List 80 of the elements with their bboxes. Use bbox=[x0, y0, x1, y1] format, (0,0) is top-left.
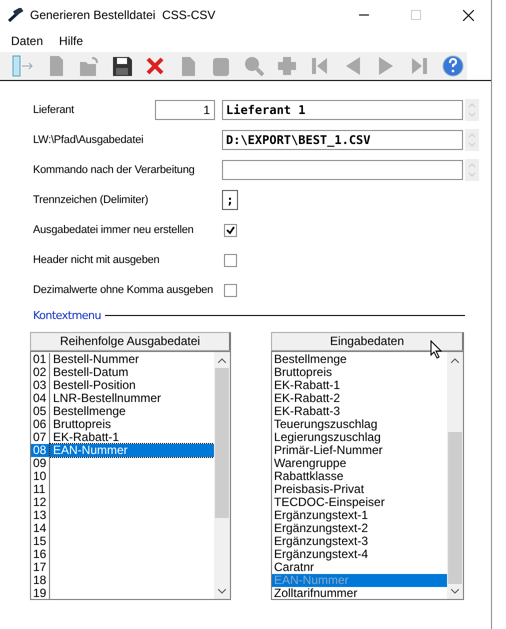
field-label: Trennzeichen (Delimiter) bbox=[33, 194, 150, 206]
row-number: 09 bbox=[31, 457, 50, 470]
exit-door-icon[interactable] bbox=[10, 54, 35, 78]
list-item[interactable]: Legierungszuschlag bbox=[272, 431, 447, 444]
row-number: 16 bbox=[31, 548, 50, 561]
column-header[interactable]: Reihenfolge Ausgabedatei bbox=[30, 332, 231, 351]
row-number: 04 bbox=[31, 392, 50, 405]
list-item[interactable]: Bestell-Nummer bbox=[50, 353, 214, 366]
section-title: Kontextmenu bbox=[33, 309, 102, 322]
row-number: 06 bbox=[31, 418, 50, 431]
list-item[interactable]: EK-Rabatt-1 bbox=[50, 431, 214, 444]
row-number: 15 bbox=[31, 535, 50, 548]
checkbox[interactable] bbox=[224, 284, 237, 296]
text-field[interactable]: Lieferant 1 bbox=[222, 100, 463, 120]
list-item[interactable]: Primär-Lief-Nummer bbox=[272, 444, 447, 457]
list-item[interactable]: Teuerungszuschlag bbox=[272, 418, 447, 431]
checkbox[interactable] bbox=[224, 254, 237, 266]
window-title: Generieren Bestelldatei CSS-CSV bbox=[30, 8, 216, 22]
scrollbar-thumb[interactable] bbox=[448, 432, 462, 584]
list-item[interactable]: Ergänzungstext-3 bbox=[272, 535, 447, 548]
text-field[interactable]: D:\EXPORT\BEST_1.CSV bbox=[222, 130, 463, 150]
list-item[interactable]: Bestellmenge bbox=[272, 353, 447, 366]
scroll-up-icon[interactable] bbox=[451, 358, 459, 362]
row-number: 10 bbox=[31, 470, 50, 483]
row-number: 13 bbox=[31, 509, 50, 522]
list-item[interactable]: EK-Rabatt-1 bbox=[272, 379, 447, 392]
mouse-cursor-icon bbox=[430, 340, 442, 359]
list-item[interactable]: Bruttopreis bbox=[272, 366, 447, 379]
list-item[interactable]: Bestell-Position bbox=[50, 379, 214, 392]
list-item[interactable]: Bruttopreis bbox=[50, 418, 214, 431]
field-label: Header nicht mit ausgeben bbox=[33, 254, 160, 266]
field-label: Kommando nach der Verarbeitung bbox=[33, 164, 196, 176]
field-label: Lieferant bbox=[33, 104, 76, 116]
column-header[interactable]: Eingabedaten bbox=[271, 332, 464, 351]
number-field[interactable]: 1 bbox=[155, 100, 215, 120]
row-number: 11 bbox=[31, 483, 50, 496]
row-number: 18 bbox=[31, 574, 50, 587]
row-number: 05 bbox=[31, 405, 50, 418]
list-item[interactable]: EK-Rabatt-3 bbox=[272, 405, 447, 418]
list-item[interactable]: TECDOC-Einspeiser bbox=[272, 496, 447, 509]
list-item[interactable]: Warengruppe bbox=[272, 457, 447, 470]
list-item[interactable]: EK-Rabatt-2 bbox=[272, 392, 447, 405]
text-field[interactable] bbox=[222, 160, 463, 180]
app-icon bbox=[8, 8, 24, 22]
field-label: LW:\Pfad\Ausgabedatei bbox=[33, 134, 144, 146]
delimiter-field[interactable]: ; bbox=[222, 190, 238, 210]
scrollbar-thumb[interactable] bbox=[215, 368, 229, 518]
list-item[interactable]: Zolltarifnummer bbox=[272, 587, 447, 600]
row-number: 17 bbox=[31, 561, 50, 574]
help-icon[interactable] bbox=[440, 54, 465, 78]
list-item[interactable]: Rabattklasse bbox=[272, 470, 447, 483]
list-item[interactable]: Ergänzungstext-4 bbox=[272, 548, 447, 561]
list-item[interactable]: Bestellmenge bbox=[50, 405, 214, 418]
list-item[interactable]: Caratnr bbox=[272, 561, 447, 574]
row-number: 01 bbox=[31, 353, 50, 366]
close-icon[interactable] bbox=[462, 10, 474, 20]
list-item[interactable]: EAN-Nummer bbox=[50, 444, 214, 457]
row-number: 14 bbox=[31, 522, 50, 535]
spin-arrows-icon[interactable] bbox=[465, 129, 479, 151]
menu-item[interactable]: Daten bbox=[11, 34, 44, 48]
spin-arrows-icon[interactable] bbox=[465, 99, 479, 121]
spin-arrows-icon[interactable] bbox=[465, 159, 479, 181]
scroll-down-icon[interactable] bbox=[451, 588, 459, 594]
scroll-down-icon[interactable] bbox=[218, 588, 226, 594]
list-item[interactable]: Ergänzungstext-1 bbox=[272, 509, 447, 522]
row-number: 02 bbox=[31, 366, 50, 379]
checkbox[interactable] bbox=[224, 224, 237, 236]
field-label: Dezimalwerte ohne Komma ausgeben bbox=[33, 284, 214, 296]
maximize-icon[interactable] bbox=[411, 10, 421, 20]
list-item[interactable]: LNR-Bestellnummer bbox=[50, 392, 214, 405]
row-number: 03 bbox=[31, 379, 50, 392]
list-item[interactable]: Ergänzungstext-2 bbox=[272, 522, 447, 535]
list-item[interactable]: Bestell-Datum bbox=[50, 366, 214, 379]
list-item[interactable]: Preisbasis-Privat bbox=[272, 483, 447, 496]
row-number: 12 bbox=[31, 496, 50, 509]
field-label: Ausgabedatei immer neu erstellen bbox=[33, 224, 195, 236]
row-number: 19 bbox=[31, 587, 50, 600]
menu-item[interactable]: Hilfe bbox=[59, 34, 84, 48]
row-number: 08 bbox=[31, 444, 50, 457]
scroll-up-icon[interactable] bbox=[218, 358, 226, 362]
